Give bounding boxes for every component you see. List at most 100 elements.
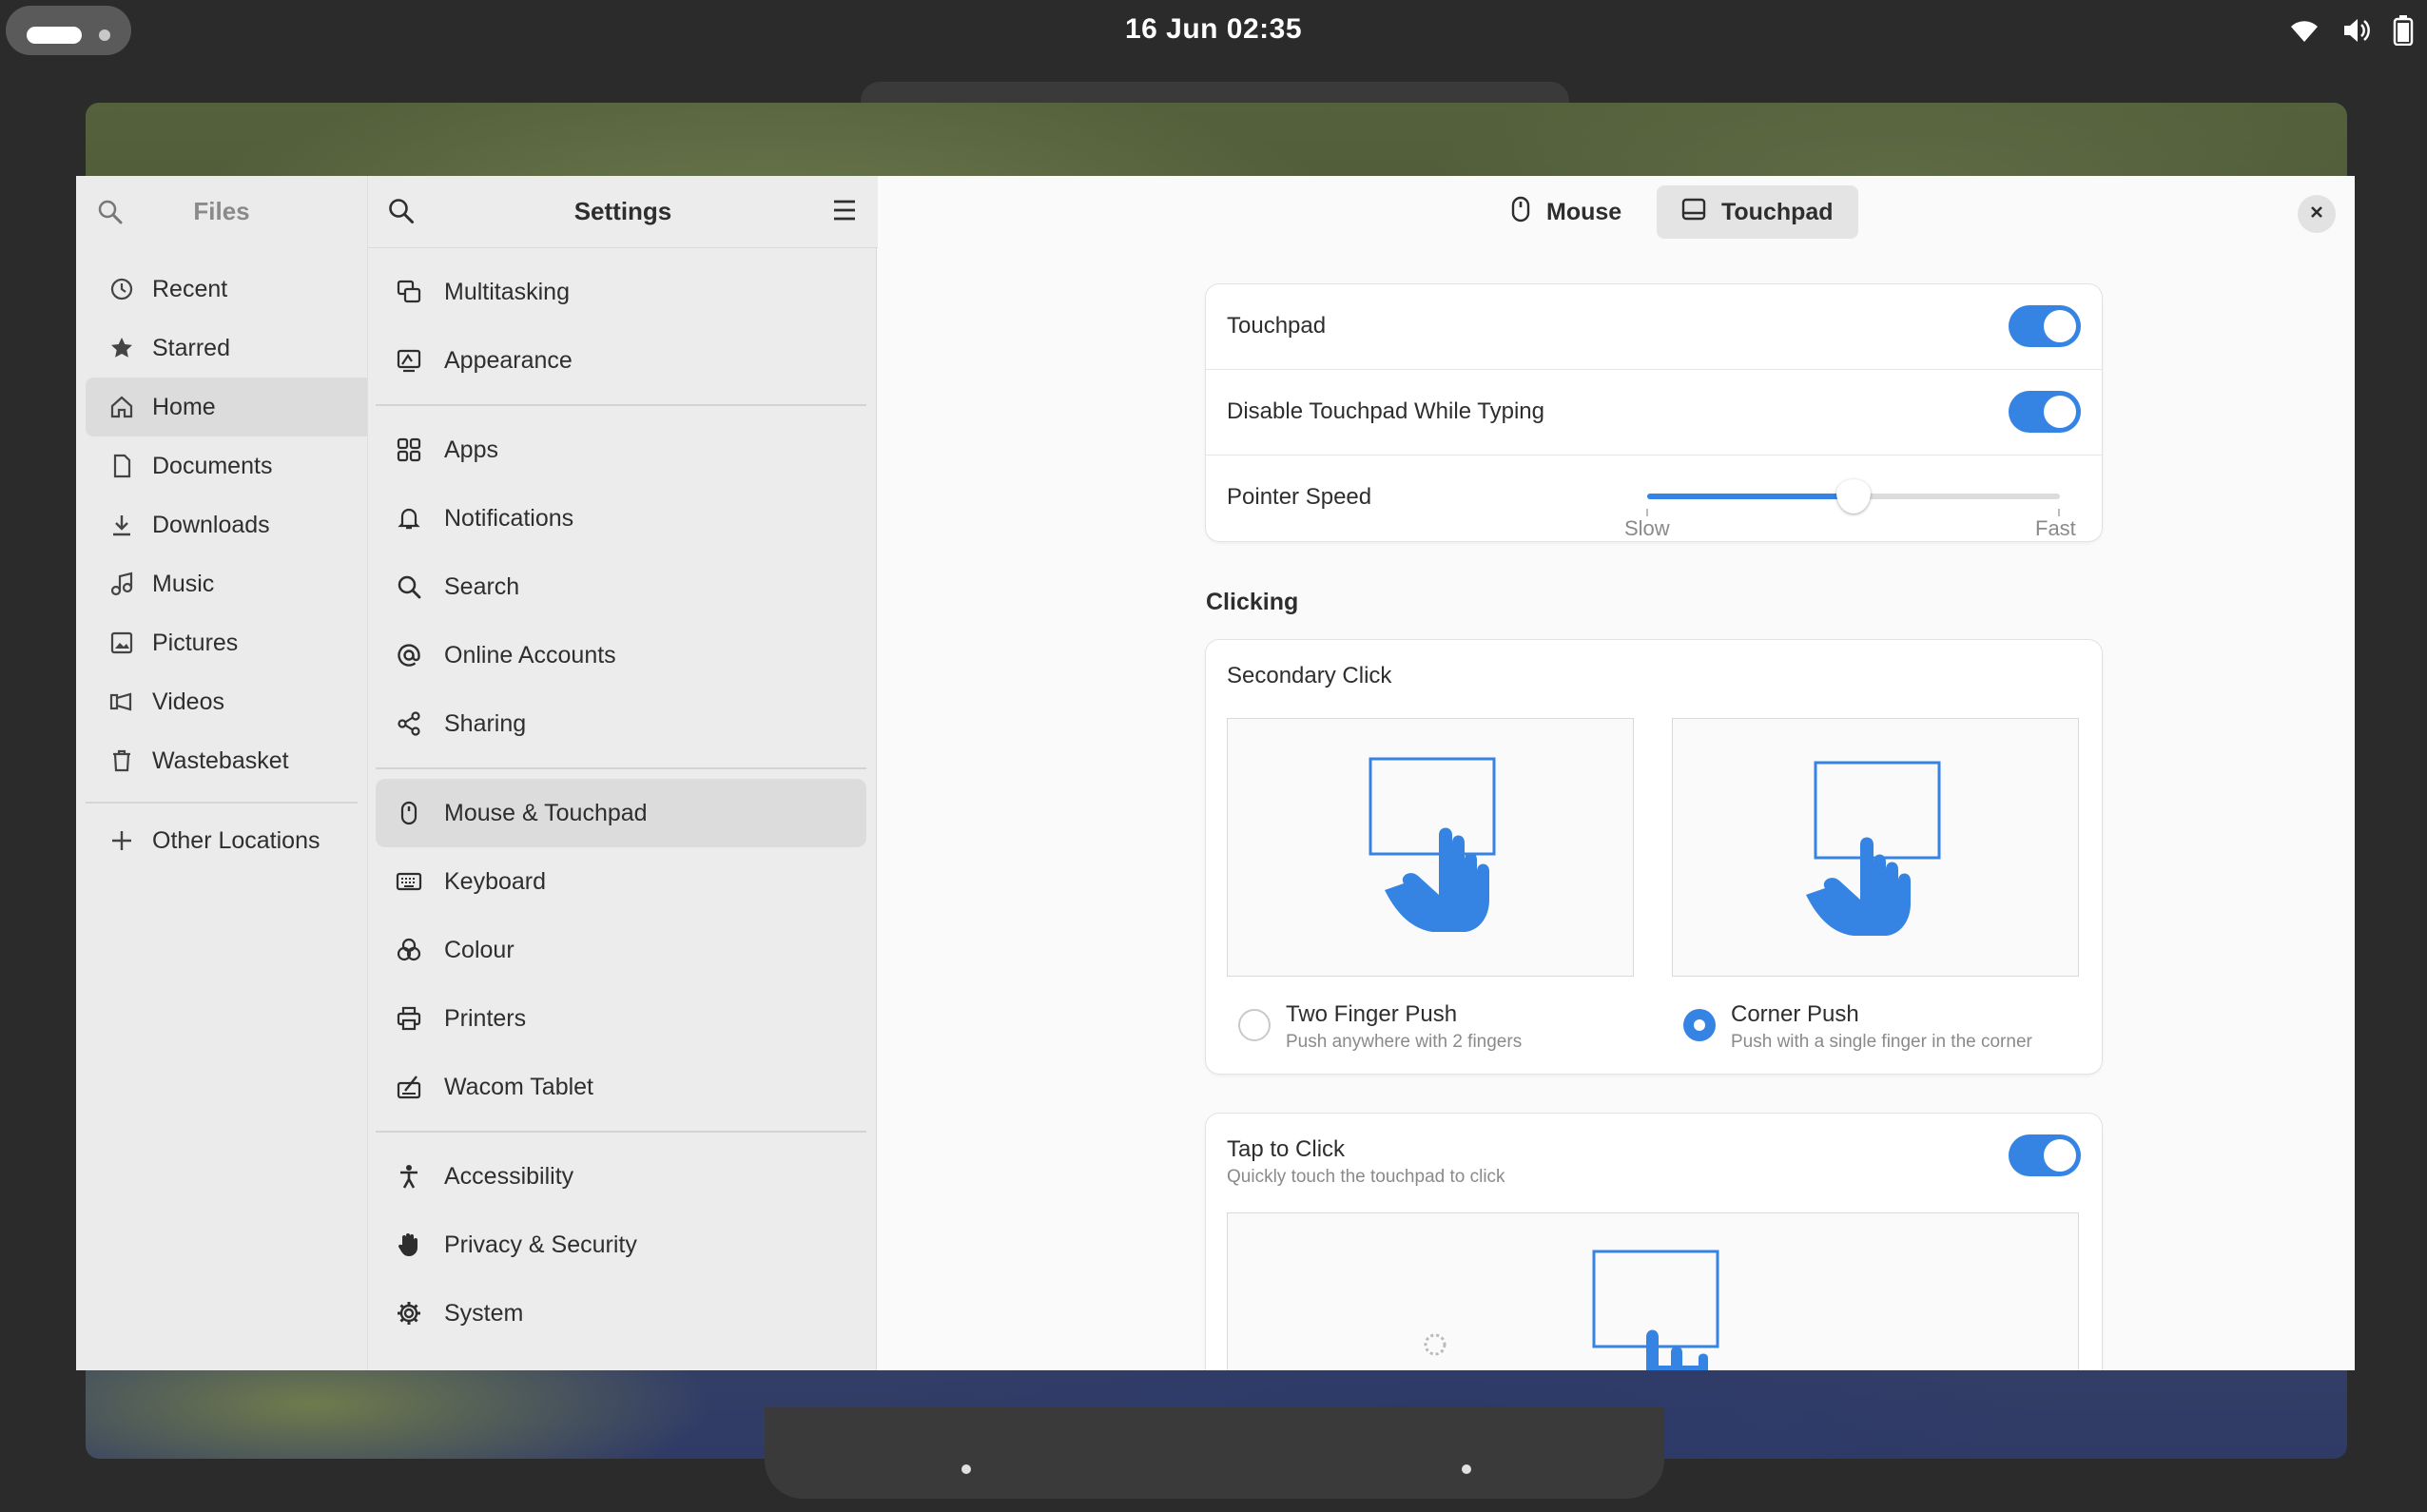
switch-knob (2044, 1139, 2076, 1172)
settings-item-system[interactable]: System (376, 1279, 866, 1347)
tab-label: Touchpad (1721, 198, 1834, 225)
files-item-label: Home (152, 393, 216, 420)
touchpad-icon (1681, 198, 1706, 227)
at-icon (395, 641, 423, 669)
printer-icon (395, 1004, 423, 1033)
files-item-starred[interactable]: Starred (86, 319, 367, 378)
dock-indicator (1462, 1464, 1471, 1474)
settings-item-apps[interactable]: Apps (376, 416, 866, 484)
battery-icon[interactable] (2393, 15, 2414, 46)
divider (86, 802, 358, 804)
colour-icon (395, 936, 423, 964)
files-item-home[interactable]: Home (86, 378, 367, 436)
home-icon (108, 394, 135, 420)
picture-icon (108, 630, 135, 656)
switch-knob (2044, 396, 2076, 428)
two-finger-push-radio[interactable] (1238, 1009, 1271, 1041)
fast-label: Fast (2035, 516, 2076, 540)
clock-icon (108, 276, 135, 302)
settings-item-label: Wacom Tablet (444, 1073, 594, 1100)
share-icon (395, 709, 423, 738)
pointer-speed-row: Pointer Speed Slow Fast (1206, 456, 2102, 541)
settings-item-sharing[interactable]: Sharing (376, 689, 866, 758)
settings-item-privacy-security[interactable]: Privacy & Security (376, 1211, 866, 1279)
settings-item-label: Sharing (444, 709, 527, 737)
settings-item-notifications[interactable]: Notifications (376, 484, 866, 552)
pointer-speed-slider[interactable] (1647, 479, 2060, 514)
files-item-recent[interactable]: Recent (86, 260, 367, 319)
settings-item-label: Apps (444, 436, 498, 463)
dock (765, 1407, 1664, 1499)
settings-item-multitasking[interactable]: Multitasking (376, 258, 866, 326)
files-item-videos[interactable]: Videos (86, 672, 367, 731)
settings-item-label: Online Accounts (444, 641, 616, 669)
settings-item-search[interactable]: Search (376, 552, 866, 621)
corner-push-illustration[interactable] (1672, 718, 2079, 977)
settings-item-label: System (444, 1299, 524, 1327)
settings-window: Files Recent Starred Home Documents Down… (76, 176, 2355, 1370)
hamburger-menu-icon[interactable] (832, 199, 857, 226)
apps-icon (395, 436, 423, 464)
option-title: Two Finger Push (1286, 1001, 1458, 1027)
close-button[interactable] (2298, 195, 2336, 233)
two-finger-push-illustration[interactable] (1227, 718, 1634, 977)
touchpad-switch[interactable] (2009, 305, 2081, 347)
settings-title: Settings (573, 197, 672, 225)
files-item-pictures[interactable]: Pictures (86, 613, 367, 672)
files-item-documents[interactable]: Documents (86, 436, 367, 495)
tap-to-click-switch[interactable] (2009, 1134, 2081, 1176)
clicking-section-title: Clicking (1206, 589, 1299, 615)
tab-touchpad[interactable]: Touchpad (1657, 185, 1858, 239)
divider (376, 404, 866, 406)
files-item-label: Other Locations (152, 826, 320, 854)
tab-mouse[interactable]: Mouse (1485, 185, 1646, 239)
settings-panel-list: Multitasking Appearance Apps Notificatio… (376, 258, 866, 1347)
settings-item-label: Multitasking (444, 278, 570, 305)
divider (376, 767, 866, 769)
system-tray[interactable] (2288, 13, 2414, 48)
bell-icon (395, 504, 423, 533)
settings-item-accessibility[interactable]: Accessibility (376, 1142, 866, 1211)
files-places-list: Recent Starred Home Documents Downloads … (86, 260, 367, 870)
settings-item-label: Colour (444, 936, 515, 963)
settings-item-printers[interactable]: Printers (376, 984, 866, 1053)
settings-item-mouse-touchpad[interactable]: Mouse & Touchpad (376, 779, 866, 847)
hand-icon (395, 1231, 423, 1259)
settings-item-label: Mouse & Touchpad (444, 799, 648, 826)
corner-push-option[interactable]: Corner Push Push with a single finger in… (1672, 1001, 2081, 1058)
multitasking-icon (395, 278, 423, 306)
secondary-click-title: Secondary Click (1227, 663, 1392, 688)
plus-icon (108, 827, 135, 854)
settings-item-appearance[interactable]: Appearance (376, 326, 866, 395)
corner-push-radio[interactable] (1683, 1009, 1716, 1041)
wifi-icon[interactable] (2288, 17, 2320, 44)
accessibility-icon (395, 1162, 423, 1191)
volume-icon[interactable] (2341, 16, 2372, 45)
files-item-label: Videos (152, 688, 224, 715)
tap-to-click-image (1424, 1250, 1719, 1370)
document-icon (108, 453, 135, 479)
close-icon (2309, 204, 2324, 224)
disable-while-typing-switch[interactable] (2009, 391, 2081, 433)
slider-tick (1646, 509, 1648, 516)
settings-item-wacom-tablet[interactable]: Wacom Tablet (376, 1053, 866, 1121)
files-item-downloads[interactable]: Downloads (86, 495, 367, 554)
video-icon (108, 688, 135, 715)
settings-item-label: Privacy & Security (444, 1231, 637, 1258)
touchpad-settings-panel: Mouse Touchpad Touchpad Disable Touchpad… (877, 176, 2355, 1370)
mouse-icon (395, 799, 423, 827)
two-finger-push-option[interactable]: Two Finger Push Push anywhere with 2 fin… (1227, 1001, 1636, 1058)
slider-handle[interactable] (1836, 479, 1871, 514)
mouse-icon (1510, 196, 1531, 229)
files-title: Files (193, 197, 250, 225)
settings-item-keyboard[interactable]: Keyboard (376, 847, 866, 916)
tablet-icon (395, 1073, 423, 1101)
clock[interactable]: 16 Jun 02:35 (0, 13, 2427, 46)
settings-item-colour[interactable]: Colour (376, 916, 866, 984)
gear-icon (395, 1299, 423, 1328)
files-item-wastebasket[interactable]: Wastebasket (86, 731, 367, 790)
tap-to-click-illustration (1227, 1212, 2079, 1370)
settings-item-online-accounts[interactable]: Online Accounts (376, 621, 866, 689)
files-item-other-locations[interactable]: Other Locations (86, 811, 367, 870)
files-item-music[interactable]: Music (86, 554, 367, 613)
